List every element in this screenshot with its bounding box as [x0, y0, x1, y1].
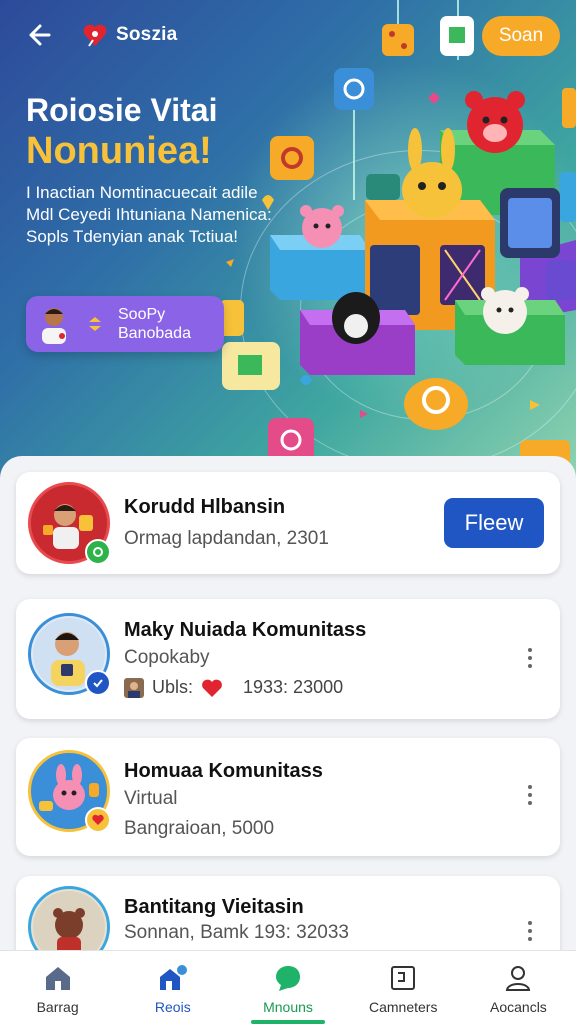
promo-line1: SooPy — [118, 306, 166, 323]
community-subtitle: Ormag lapdandan, 2301 — [124, 528, 329, 549]
child-robot-avatar-icon — [28, 482, 111, 565]
nav-item-messages[interactable]: Mnouns — [230, 951, 345, 1024]
frame-icon — [391, 966, 416, 990]
follow-button[interactable]: Fleew — [444, 498, 544, 548]
meta-value: 1933: 23000 — [243, 677, 344, 697]
active-tab-indicator — [251, 1020, 325, 1024]
promo-label: SooPy Banobada — [118, 305, 191, 343]
community-name: Korudd Hlbansin — [124, 496, 286, 518]
bottom-nav: Barrag Reois Mnouns Camneters Aocancls — [0, 950, 576, 1024]
community-subtitle: Sonnan, Bamk 193: 32033 — [124, 922, 350, 943]
person-avatar-icon — [42, 308, 66, 344]
community-icon — [159, 965, 187, 990]
user-thumb-icon — [124, 677, 144, 698]
verified-badge-icon — [85, 539, 111, 565]
promo-button[interactable]: SooPy Banobada — [26, 296, 224, 352]
community-card[interactable]: Maky Nuiada Komunitass Copokaby Ubls: 19… — [16, 599, 560, 719]
community-meta: Bangraioan, 5000 — [124, 818, 275, 839]
nav-label: Reois — [154, 999, 191, 1015]
more-options-icon[interactable] — [518, 780, 542, 810]
nav-label: Aocancls — [490, 999, 547, 1015]
meta-label: Ubls: — [152, 677, 194, 697]
app-logo: Soszia — [80, 20, 177, 50]
back-button[interactable] — [22, 18, 56, 52]
nav-label: Camneters — [368, 999, 438, 1015]
nav-item-community[interactable]: Reois — [115, 951, 230, 1024]
more-options-icon[interactable] — [518, 643, 542, 673]
community-card[interactable]: Homuaa Komunitass Virtual Bangraioan, 50… — [16, 738, 560, 856]
hero-banner: Soszia Soan Roiosie Vitai Nonuniea! I In… — [0, 0, 576, 480]
nav-label: Barrag — [36, 999, 79, 1015]
community-subtitle: Virtual — [124, 788, 178, 809]
app-name: Soszia — [116, 24, 178, 45]
more-options-icon[interactable] — [518, 916, 542, 946]
shield-check-badge-icon — [85, 670, 111, 696]
home-icon — [45, 967, 70, 990]
heart-badge-icon — [85, 807, 111, 833]
nav-item-comments[interactable]: Camneters — [346, 951, 461, 1024]
community-name: Homuaa Komunitass — [124, 760, 323, 782]
community-name: Bantitang Vieitasin — [124, 896, 304, 918]
community-card[interactable]: Korudd Hlbansin Ormag lapdandan, 2301 Fl… — [16, 472, 560, 574]
promo-line2: Banobada — [118, 325, 191, 342]
pink-bunny-avatar-icon — [28, 750, 111, 833]
community-name: Maky Nuiada Komunitass — [124, 619, 367, 641]
chevrons-icon — [89, 317, 101, 331]
community-list: Korudd Hlbansin Ormag lapdandan, 2301 Fl… — [0, 456, 576, 986]
community-subtitle: Copokaby — [124, 647, 210, 668]
top-action-button[interactable]: Soan — [482, 16, 560, 56]
chat-bubble-icon — [276, 966, 300, 991]
community-meta: Ubls: 1933: 23000 — [124, 677, 343, 698]
nav-item-home[interactable]: Barrag — [0, 951, 115, 1024]
hero-title-line1: Roiosie Vitai — [26, 92, 218, 128]
profile-icon — [506, 966, 531, 991]
arrow-left-icon — [29, 24, 51, 46]
nav-label: Mnouns — [263, 999, 313, 1015]
hero-title-line2: Nonuniea! — [26, 130, 212, 172]
hero-description: I Inactian Nomtinacuecait adile Mdl Ceye… — [26, 183, 272, 246]
heart-icon — [202, 679, 222, 697]
nav-item-account[interactable]: Aocancls — [461, 951, 576, 1024]
heart-pin-icon — [83, 24, 107, 47]
man-avatar-icon — [28, 613, 111, 696]
